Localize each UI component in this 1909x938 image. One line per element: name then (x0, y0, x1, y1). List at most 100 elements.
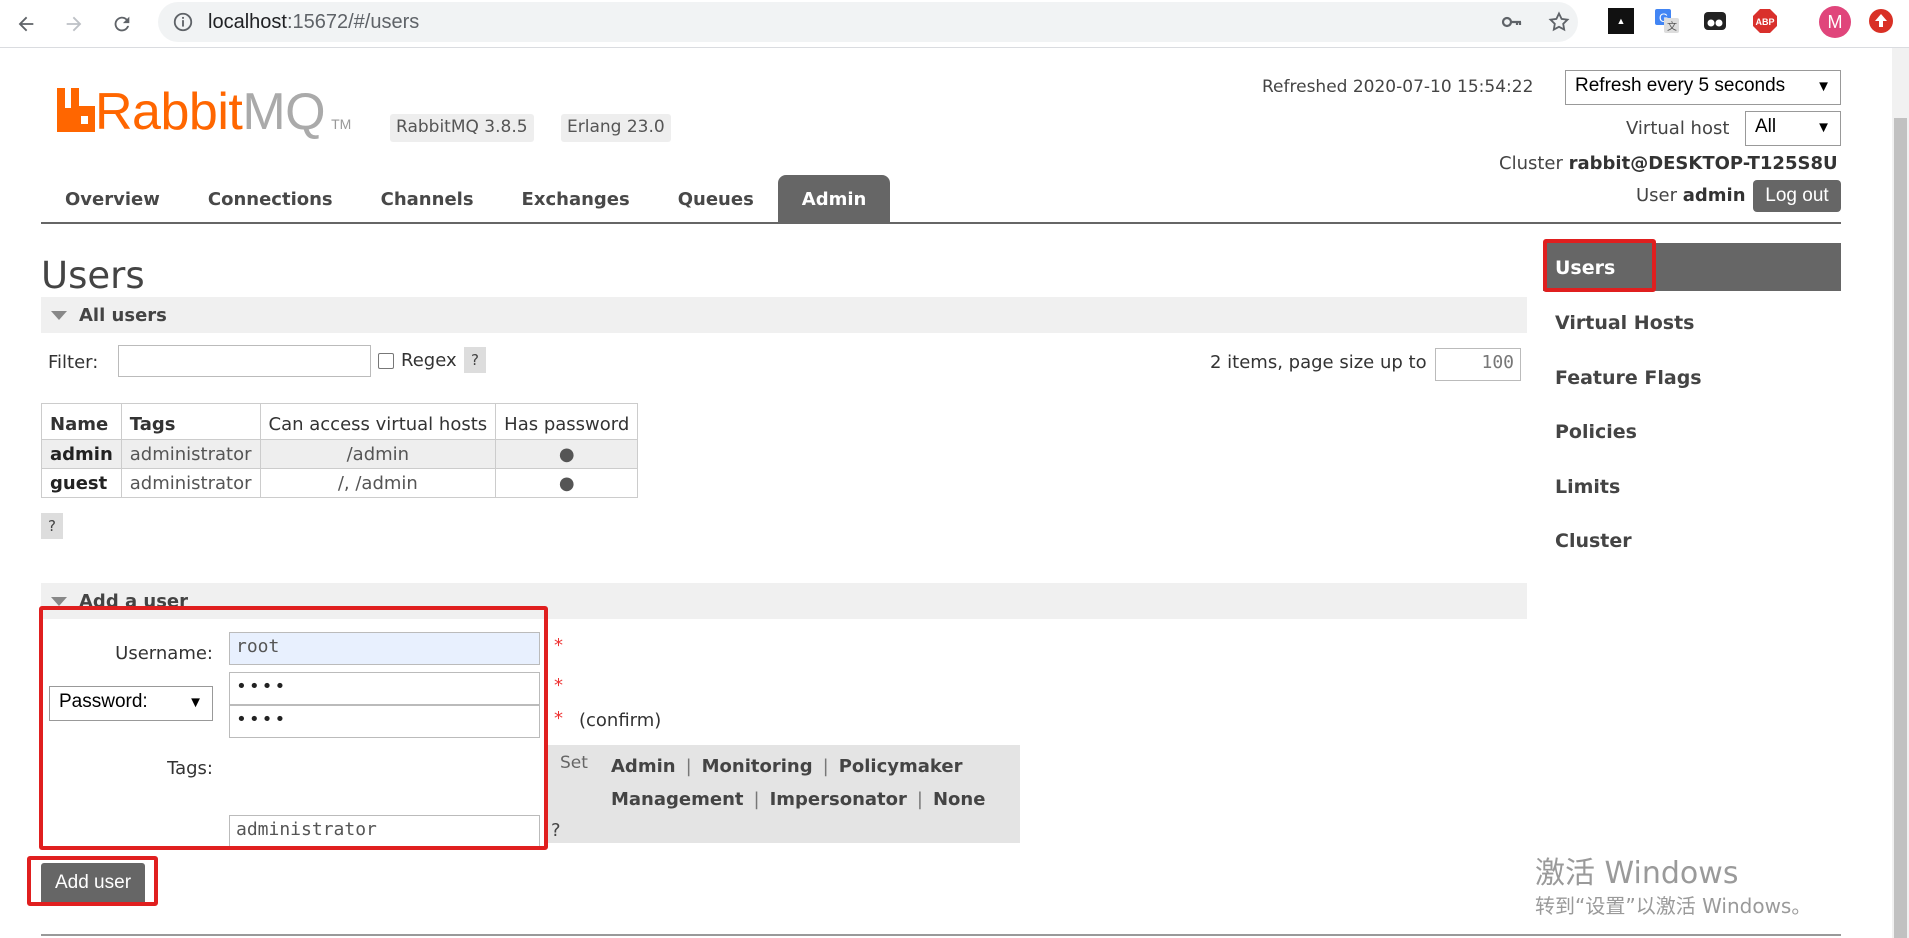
table-row[interactable]: admin administrator /admin ● (41, 439, 639, 469)
tab-overview[interactable]: Overview (41, 175, 184, 223)
column-header-name[interactable]: Name (41, 403, 122, 440)
erlang-badge: Erlang 23.0 (561, 114, 671, 142)
user-vhosts: /admin (259, 439, 497, 469)
dropdown-caret-icon: ▼ (1816, 119, 1831, 136)
table-help-icon[interactable]: ? (41, 513, 63, 539)
tag-link-impersonator[interactable]: Impersonator (770, 789, 907, 810)
main-tabs: Overview Connections Channels Exchanges … (41, 175, 891, 223)
required-marker: * (554, 635, 563, 656)
tag-link-monitoring[interactable]: Monitoring (702, 756, 813, 777)
tag-separator: | (916, 789, 923, 810)
address-bar[interactable]: localhost:15672/#/users (158, 2, 1578, 42)
site-info-icon[interactable] (172, 11, 194, 33)
section-title: All users (79, 305, 167, 326)
table-row[interactable]: guest administrator /, /admin ● (41, 468, 639, 498)
sidebar-item-virtual-hosts[interactable]: Virtual Hosts (1543, 297, 1841, 352)
incognito-icon[interactable] (1702, 8, 1728, 34)
scrollbar-track[interactable] (1892, 48, 1909, 938)
sidebar-item-feature-flags[interactable]: Feature Flags (1543, 352, 1841, 407)
all-users-section-header[interactable]: All users (41, 297, 1527, 333)
reload-icon[interactable] (104, 6, 140, 42)
star-icon[interactable] (1547, 10, 1571, 34)
collapse-triangle-icon (51, 597, 67, 606)
key-icon[interactable] (1500, 10, 1524, 34)
user-name-link[interactable]: guest (41, 468, 122, 498)
tab-admin[interactable]: Admin (777, 175, 891, 223)
logo-text-rabbit: Rabbit (95, 83, 243, 141)
dropdown-caret-icon: ▼ (1816, 78, 1831, 95)
forward-icon[interactable] (56, 6, 92, 42)
footer-divider (41, 934, 1841, 936)
current-user-info: User admin (1636, 185, 1746, 206)
abp-icon[interactable]: ABP (1752, 8, 1778, 34)
logo-tm: TM (331, 116, 352, 132)
page-title: Users (41, 254, 145, 297)
tag-set-label: Set (560, 753, 588, 773)
windows-activation-hint: 转到“设置”以激活 Windows。 (1535, 894, 1812, 918)
column-header-has-password[interactable]: Has password (495, 403, 639, 440)
update-icon[interactable] (1868, 8, 1894, 34)
collapse-triangle-icon (51, 311, 67, 320)
tab-channels[interactable]: Channels (357, 175, 498, 223)
sidebar-item-limits[interactable]: Limits (1543, 461, 1841, 516)
tag-separator: | (685, 756, 692, 777)
tag-links-row: Admin | Monitoring | Policymaker (611, 756, 962, 777)
scrollbar-thumb[interactable] (1894, 118, 1907, 938)
sidebar-item-policies[interactable]: Policies (1543, 406, 1841, 461)
tag-link-policymaker[interactable]: Policymaker (839, 756, 963, 777)
logo-text-mq: MQ (242, 83, 326, 141)
svg-text:文: 文 (1667, 20, 1677, 33)
virtual-host-label: Virtual host (1626, 118, 1730, 139)
highlight-box-add-user-form (39, 606, 548, 850)
confirm-label: (confirm) (579, 710, 662, 731)
filter-label: Filter: (48, 352, 99, 373)
has-password-dot: ● (495, 468, 639, 498)
url-text: localhost:15672/#/users (208, 11, 420, 33)
refresh-interval-select[interactable]: Refresh every 5 seconds ▼ (1565, 70, 1841, 105)
tag-link-management[interactable]: Management (611, 789, 744, 810)
tab-exchanges[interactable]: Exchanges (498, 175, 654, 223)
version-badge: RabbitMQ 3.8.5 (390, 114, 534, 142)
filter-help-icon[interactable]: ? (464, 347, 486, 373)
user-name-link[interactable]: admin (41, 439, 122, 469)
back-icon[interactable] (8, 6, 44, 42)
users-table: Name Tags Can access virtual hosts Has p… (41, 403, 639, 498)
extension-icon[interactable]: ▲ (1608, 8, 1634, 34)
highlight-box-users-nav (1543, 239, 1656, 292)
tags-help-icon[interactable]: ? (551, 820, 561, 841)
filter-input[interactable] (118, 345, 371, 377)
rabbitmq-logo[interactable]: Rabbit MQ TM (57, 86, 351, 138)
required-marker: * (554, 675, 563, 696)
tab-connections[interactable]: Connections (184, 175, 357, 223)
highlight-box-add-user-button (27, 856, 158, 906)
tab-queues[interactable]: Queues (654, 175, 778, 223)
windows-activation-title: 激活 Windows (1535, 856, 1739, 891)
table-header-row: Name Tags Can access virtual hosts Has p… (41, 403, 639, 440)
virtual-host-select[interactable]: All ▼ (1745, 111, 1841, 146)
tag-shortcuts-panel: Set Admin | Monitoring | Policymaker Managem… (548, 745, 1020, 843)
cluster-info: Cluster rabbit@DESKTOP-T125S8U (1499, 153, 1838, 174)
user-tags: administrator (120, 439, 261, 469)
svg-text:ABP: ABP (1756, 17, 1775, 27)
regex-checkbox[interactable] (378, 353, 394, 369)
tag-link-admin[interactable]: Admin (611, 756, 676, 777)
tabs-divider (41, 222, 1841, 224)
sidebar-item-cluster[interactable]: Cluster (1543, 515, 1841, 570)
refreshed-time: Refreshed 2020-07-10 15:54:22 (1262, 77, 1534, 97)
tag-links-row: Management | Impersonator | None (611, 789, 985, 810)
tag-link-none[interactable]: None (933, 789, 985, 810)
has-password-dot: ● (495, 439, 639, 469)
profile-avatar[interactable]: M (1819, 6, 1851, 38)
regex-label: Regex (401, 350, 457, 371)
user-tags: administrator (120, 468, 261, 498)
page-size-input[interactable]: 100 (1435, 348, 1521, 381)
items-count-label: 2 items, page size up to (1210, 352, 1427, 373)
required-marker: * (554, 708, 563, 729)
logout-button[interactable]: Log out (1753, 180, 1841, 212)
rabbitmq-logo-icon (57, 88, 95, 132)
translate-icon[interactable]: G文 (1654, 8, 1680, 34)
tag-separator: | (822, 756, 829, 777)
column-header-tags[interactable]: Tags (120, 403, 261, 440)
column-header-vhosts[interactable]: Can access virtual hosts (259, 403, 497, 440)
browser-toolbar: localhost:15672/#/users ▲ G文 ABP M (0, 0, 1909, 48)
